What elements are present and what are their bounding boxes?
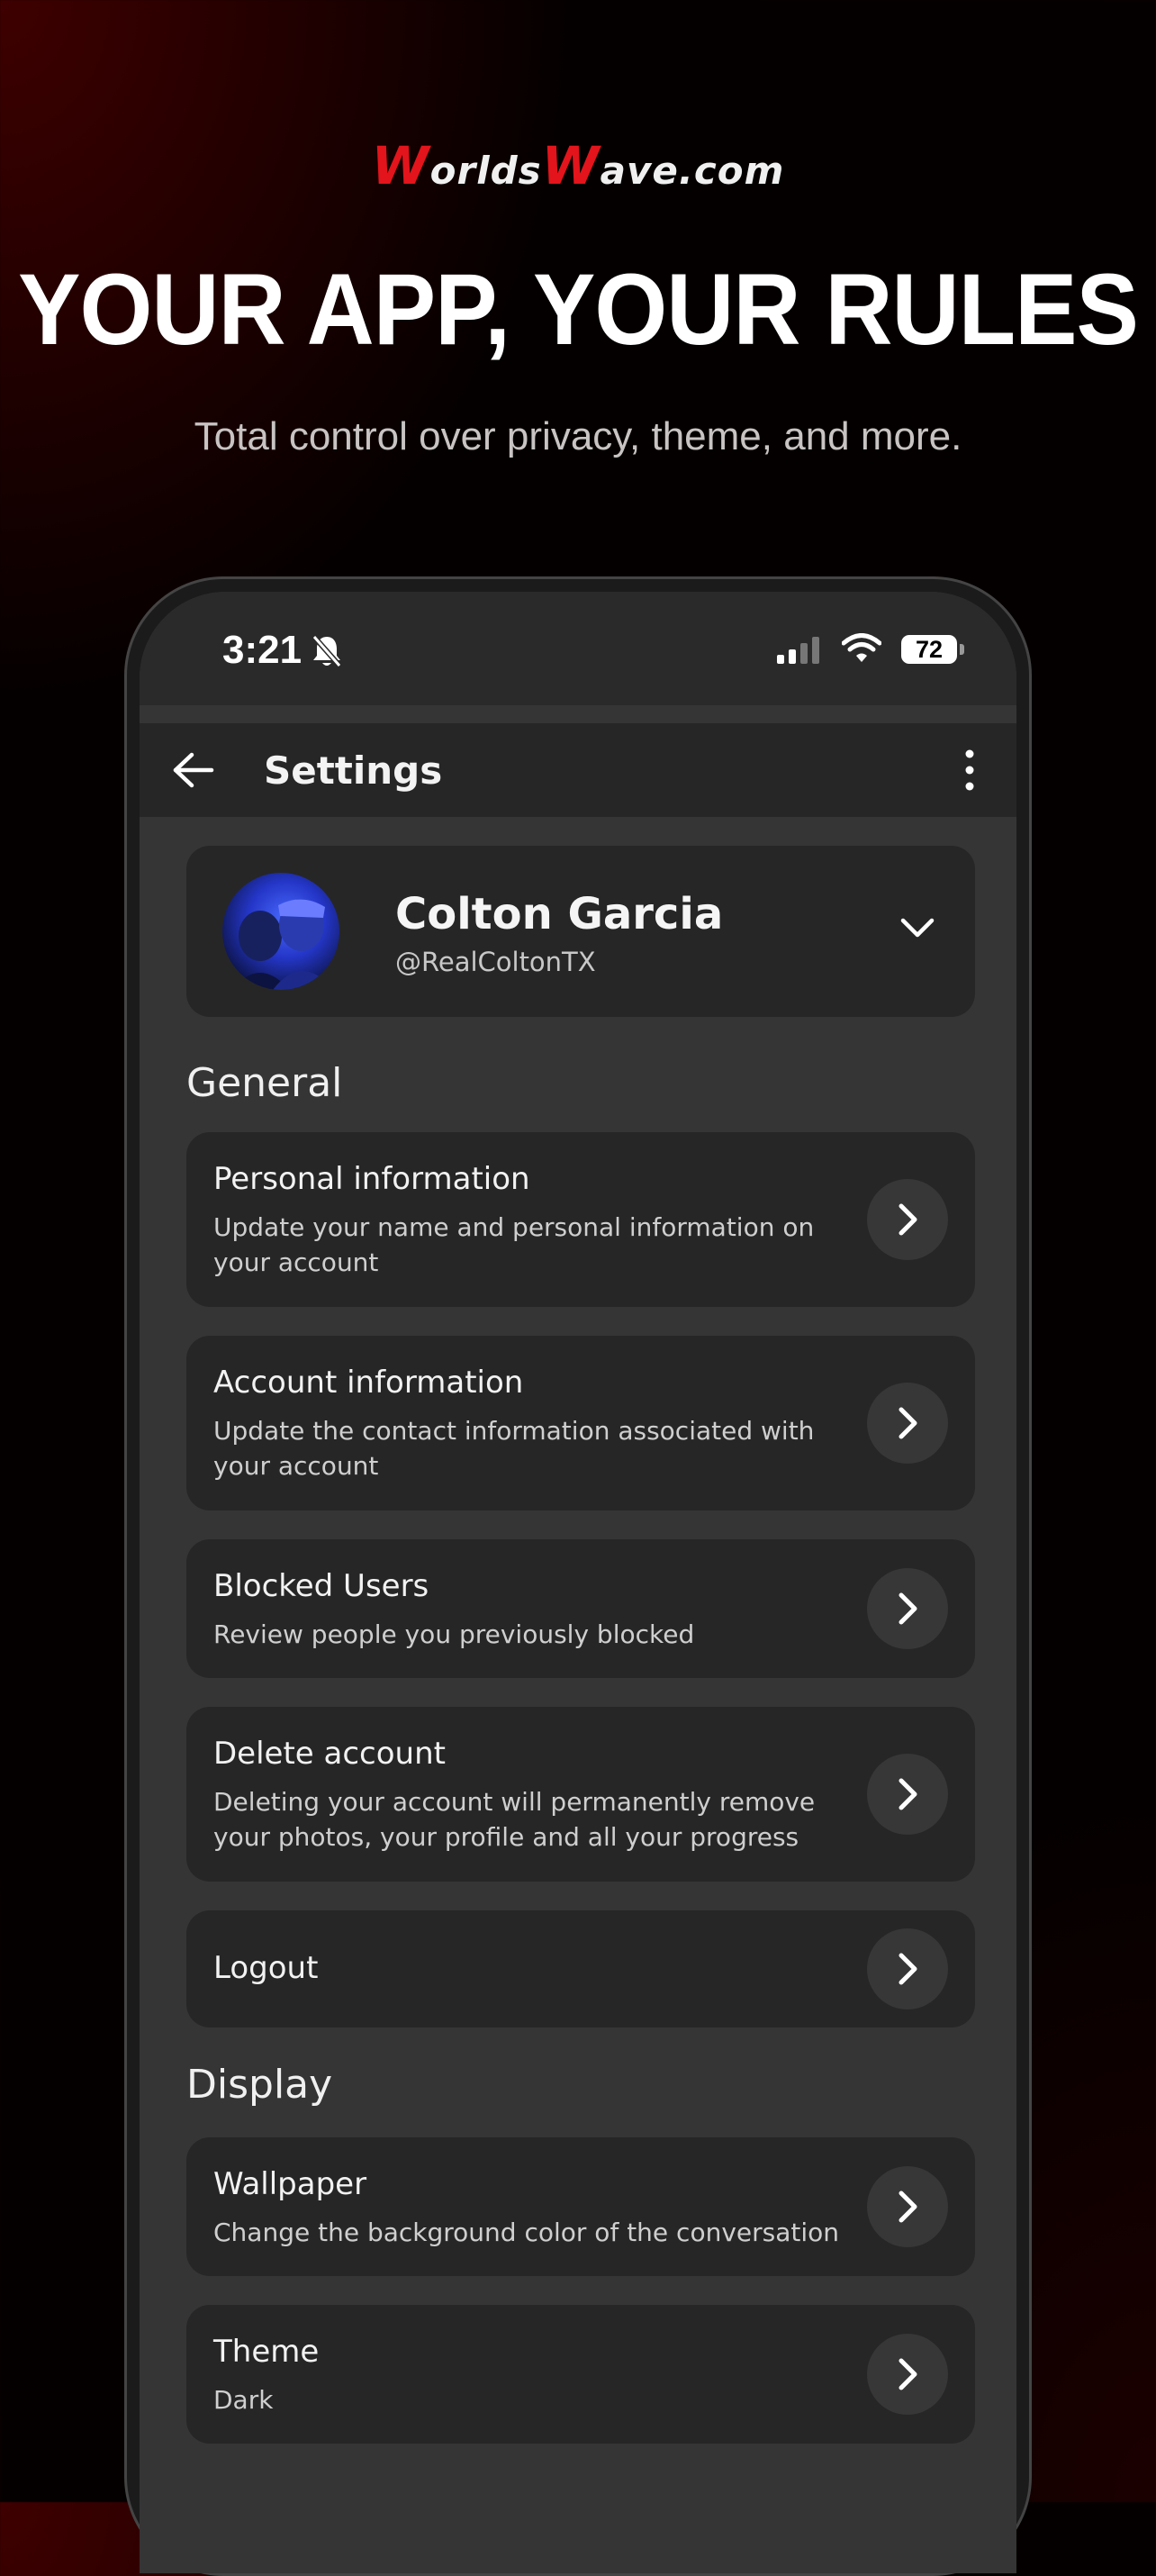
item-title: Theme — [213, 2334, 320, 2370]
logo-word-2: ave.com — [600, 149, 785, 193]
chevron-down-icon[interactable] — [899, 916, 935, 939]
wifi-icon — [842, 633, 881, 662]
item-description: Change the background color of the conve… — [213, 2218, 840, 2247]
chevron-right-icon[interactable] — [867, 2334, 948, 2415]
settings-item-logout[interactable]: Logout — [186, 1910, 975, 2027]
logo-initial-w2: W — [541, 135, 601, 196]
settings-item-delete-account[interactable]: Delete account Deleting your account wil… — [186, 1707, 975, 1882]
item-title: Personal information — [213, 1161, 530, 1197]
battery-icon: 72 — [901, 635, 964, 664]
logo-word-1: orlds — [429, 149, 542, 193]
settings-item-account-information[interactable]: Account information Update the contact i… — [186, 1336, 975, 1510]
chevron-right-icon[interactable] — [867, 2166, 948, 2247]
status-time: 3:21 — [222, 628, 303, 672]
chevron-right-icon[interactable] — [867, 1754, 948, 1835]
chevron-right-icon[interactable] — [867, 1568, 948, 1649]
chevron-right-icon[interactable] — [867, 1928, 948, 2009]
settings-item-theme[interactable]: Theme Dark — [186, 2305, 975, 2444]
item-description: Update the contact information associate… — [213, 1416, 815, 1481]
item-title: Blocked Users — [213, 1568, 429, 1604]
settings-item-personal-information[interactable]: Personal information Update your name an… — [186, 1132, 975, 1307]
logo-initial-w1: W — [371, 135, 430, 196]
status-bar: 3:21 72 — [140, 592, 1016, 705]
settings-item-blocked-users[interactable]: Blocked Users Review people you previous… — [186, 1539, 975, 1678]
item-description: Dark — [213, 2385, 274, 2415]
promo-subheadline: Total control over privacy, theme, and m… — [194, 414, 962, 458]
chevron-right-icon[interactable] — [867, 1179, 948, 1260]
page-title: Settings — [264, 748, 443, 793]
item-title: Delete account — [213, 1736, 446, 1772]
arrow-left-icon[interactable] — [172, 752, 215, 788]
settings-item-wallpaper[interactable]: Wallpaper Change the background color of… — [186, 2137, 975, 2276]
item-description: Update your name and personal informatio… — [213, 1212, 815, 1277]
item-title: Wallpaper — [213, 2166, 367, 2202]
section-title-general: General — [186, 1060, 343, 1106]
chevron-right-icon[interactable] — [867, 1383, 948, 1464]
item-description: Review people you previously blocked — [213, 1619, 695, 1649]
phone-frame: 3:21 72 Settings Colton Garcia @RealColt… — [124, 576, 1032, 2576]
avatar — [222, 873, 339, 990]
item-title: Logout — [213, 1950, 319, 1986]
item-title: Account information — [213, 1365, 524, 1401]
item-description: Deleting your account will permanently r… — [213, 1787, 816, 1852]
app-bar: Settings — [140, 723, 1016, 817]
phone-screen: 3:21 72 Settings Colton Garcia @RealColt… — [140, 592, 1016, 2573]
worldswave-logo: WorldsWave.com — [0, 135, 1156, 196]
profile-name: Colton Garcia — [395, 889, 724, 939]
bell-off-icon — [311, 634, 343, 668]
profile-card[interactable]: Colton Garcia @RealColtonTX — [186, 846, 975, 1017]
signal-icon — [777, 637, 819, 664]
profile-handle: @RealColtonTX — [395, 947, 596, 977]
more-vertical-icon[interactable] — [964, 748, 975, 792]
section-title-display: Display — [186, 2062, 333, 2108]
promo-headline: YOUR APP, YOUR RULES — [18, 253, 1139, 367]
